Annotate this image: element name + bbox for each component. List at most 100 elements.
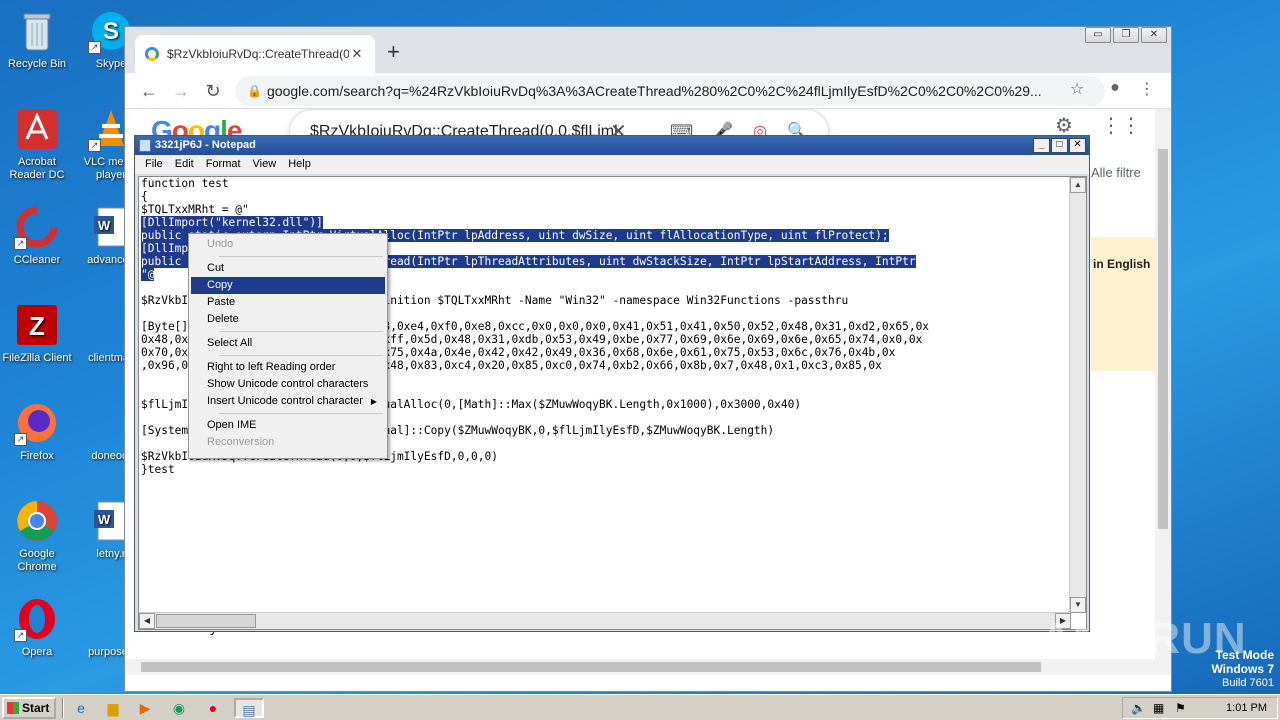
scroll-thumb[interactable] bbox=[156, 614, 256, 628]
recycle-bin-icon bbox=[14, 8, 60, 54]
chrome-icon bbox=[14, 498, 60, 544]
svg-text:W: W bbox=[98, 512, 111, 527]
ccleaner-icon: ↗ bbox=[14, 204, 60, 250]
maximize-button[interactable]: □ bbox=[1051, 138, 1068, 153]
google-favicon-icon bbox=[145, 47, 159, 61]
shortcut-arrow-icon: ↗ bbox=[88, 41, 101, 54]
network-icon[interactable]: ▦ bbox=[1153, 698, 1164, 718]
windows-flag-icon bbox=[7, 702, 19, 714]
menu-kebab-icon[interactable]: ⋮ bbox=[1135, 79, 1159, 99]
desktop-icon-opera[interactable]: ↗ Opera bbox=[0, 596, 74, 659]
menu-separator bbox=[219, 355, 383, 356]
apps-grid-icon[interactable]: ⋮⋮ bbox=[1101, 113, 1141, 138]
menu-separator bbox=[219, 413, 383, 414]
desktop-icon-label: Google Chrome bbox=[17, 548, 57, 573]
forward-icon[interactable]: → bbox=[169, 79, 193, 103]
menu-item-delete[interactable]: Delete bbox=[191, 311, 385, 328]
menu-item-paste[interactable]: Paste bbox=[191, 294, 385, 311]
firefox-icon: ↗ bbox=[14, 400, 60, 446]
tab-title: $RzVkbIoiuRvDq::CreateThread(0,0 bbox=[167, 47, 349, 61]
submenu-arrow-icon: ▶ bbox=[370, 397, 377, 406]
menu-format[interactable]: Format bbox=[200, 155, 247, 174]
opera-icon: ↗ bbox=[14, 596, 60, 642]
desktop-icon-recycle-bin[interactable]: Recycle Bin bbox=[0, 8, 74, 71]
shortcut-arrow-icon: ↗ bbox=[14, 629, 27, 642]
taskbar: Start e ▆ ▶ ◉ ● ▤ 🔈 ▦ ⚑ 1:01 PM bbox=[0, 694, 1280, 720]
scroll-left-icon[interactable]: ◀ bbox=[139, 613, 155, 629]
taskbar-separator bbox=[62, 698, 64, 718]
menu-edit[interactable]: Edit bbox=[169, 155, 200, 174]
notepad-line: [DllImport("kernel32.dll")] bbox=[141, 216, 1071, 229]
minimize-button[interactable]: ▭ bbox=[1085, 27, 1111, 43]
menu-item-reconversion: Reconversion bbox=[207, 436, 275, 448]
menu-separator bbox=[219, 256, 383, 257]
menu-help[interactable]: Help bbox=[282, 155, 317, 174]
menu-separator bbox=[219, 331, 383, 332]
menu-item-open-ime[interactable]: Open IME bbox=[191, 417, 385, 434]
notepad-icon bbox=[139, 139, 151, 152]
desktop-icon-ccleaner[interactable]: ↗ CCleaner bbox=[0, 204, 74, 267]
desktop-icon-firefox[interactable]: ↗ Firefox bbox=[0, 400, 74, 463]
desktop-icon-label: CCleaner bbox=[13, 254, 61, 266]
flag-icon[interactable]: ⚑ bbox=[1175, 698, 1186, 718]
svg-text:S: S bbox=[103, 18, 119, 45]
desktop-icon-chrome[interactable]: Google Chrome bbox=[0, 498, 74, 574]
menu-item-copy[interactable]: Copy bbox=[191, 277, 385, 294]
taskbar-ie-icon[interactable]: e bbox=[68, 698, 94, 718]
vertical-scrollbar[interactable] bbox=[1155, 109, 1171, 675]
minimize-button[interactable]: _ bbox=[1033, 138, 1050, 153]
acrobat-icon bbox=[14, 106, 60, 152]
selected-text: "@ bbox=[141, 268, 155, 281]
reload-icon[interactable]: ↻ bbox=[201, 79, 225, 103]
maximize-button[interactable]: ❐ bbox=[1113, 27, 1139, 43]
clock[interactable]: 1:01 PM bbox=[1226, 698, 1267, 718]
horizontal-scrollbar[interactable] bbox=[125, 659, 1155, 675]
notepad-titlebar[interactable]: 3321jP6J - Notepad _ □ ✕ bbox=[135, 136, 1089, 155]
window-controls: ▭ ❐ ✕ bbox=[1085, 27, 1167, 43]
menu-item-cut[interactable]: Cut bbox=[191, 260, 385, 277]
taskbar-media-player-icon[interactable]: ▶ bbox=[132, 698, 158, 718]
close-window-button[interactable]: ✕ bbox=[1141, 27, 1167, 43]
browser-tab[interactable]: $RzVkbIoiuRvDq::CreateThread(0,0 ✕ bbox=[135, 35, 375, 73]
notepad-line: function test bbox=[141, 177, 229, 190]
taskbar-explorer-icon[interactable]: ▆ bbox=[100, 698, 126, 718]
taskbar-notepad-icon[interactable]: ▤ bbox=[234, 698, 264, 718]
notepad-vertical-scrollbar[interactable]: ▲ ▼ bbox=[1069, 177, 1086, 613]
scroll-thumb[interactable] bbox=[141, 662, 1041, 672]
filters-link[interactable]: Alle filtre bbox=[1091, 165, 1141, 180]
shortcut-arrow-icon: ↗ bbox=[88, 139, 101, 152]
menu-item-rtl[interactable]: Right to left Reading order bbox=[191, 359, 385, 376]
selected-text: [DllImport("kernel32.dll")] bbox=[141, 216, 323, 229]
profile-icon[interactable]: ● bbox=[1103, 79, 1127, 97]
start-button[interactable]: Start bbox=[2, 697, 56, 719]
desktop-icon-label: Opera bbox=[21, 646, 53, 658]
close-tab-icon[interactable]: ✕ bbox=[349, 46, 365, 62]
taskbar-chrome-icon[interactable]: ◉ bbox=[166, 698, 192, 718]
scroll-thumb[interactable] bbox=[1158, 149, 1168, 529]
bookmark-star-icon[interactable]: ☆ bbox=[1065, 79, 1089, 99]
taskbar-opera-icon[interactable]: ● bbox=[200, 698, 226, 718]
svg-text:W: W bbox=[98, 218, 111, 233]
speaker-icon[interactable]: 🔈 bbox=[1131, 698, 1146, 718]
desktop-icon-filezilla[interactable]: Z FileZilla Client bbox=[0, 302, 74, 365]
menu-item-show-unicode[interactable]: Show Unicode control characters bbox=[191, 376, 385, 393]
desktop-icon-label: Recycle Bin bbox=[7, 58, 67, 70]
scroll-up-icon[interactable]: ▲ bbox=[1070, 177, 1086, 193]
scroll-down-icon[interactable]: ▼ bbox=[1070, 597, 1086, 613]
address-bar[interactable]: 🔒 google.com/search?q=%24RzVkbIoiuRvDq%3… bbox=[235, 76, 1105, 106]
menu-view[interactable]: View bbox=[247, 155, 283, 174]
back-icon[interactable]: ← bbox=[137, 79, 161, 103]
notepad-title: 3321jP6J - Notepad bbox=[155, 139, 256, 151]
close-button[interactable]: ✕ bbox=[1069, 138, 1086, 153]
menu-item-insert-unicode[interactable]: Insert Unicode control character ▶ bbox=[191, 393, 385, 410]
in-english-link[interactable]: in English bbox=[1093, 257, 1150, 271]
menu-item-select-all[interactable]: Select All bbox=[191, 335, 385, 352]
notepad-line: }test bbox=[141, 463, 175, 476]
desktop-icon-acrobat[interactable]: Acrobat Reader DC bbox=[0, 106, 74, 182]
shortcut-arrow-icon: ↗ bbox=[14, 433, 27, 446]
new-tab-button[interactable]: + bbox=[387, 39, 400, 65]
shortcut-arrow-icon: ↗ bbox=[14, 237, 27, 250]
chrome-titlebar: $RzVkbIoiuRvDq::CreateThread(0,0 ✕ + ▭ ❐… bbox=[125, 27, 1171, 73]
notepad-horizontal-scrollbar[interactable]: ◀ ▶ bbox=[139, 612, 1071, 629]
menu-file[interactable]: File bbox=[139, 155, 169, 174]
